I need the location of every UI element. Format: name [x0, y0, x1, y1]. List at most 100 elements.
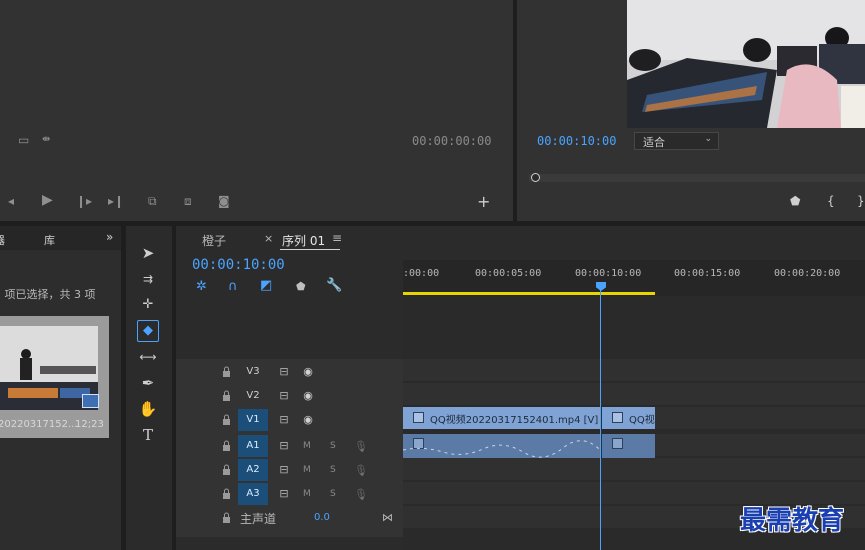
track-lane-v2 [403, 383, 865, 405]
source-timecode: 00:00:00:00 [412, 134, 492, 148]
add-button-icon[interactable]: + [477, 194, 490, 210]
video-clip-2-label: QQ视 [629, 415, 655, 426]
watermark-text: 最需教育 [740, 506, 845, 536]
program-scrub-bar[interactable] [529, 174, 865, 182]
sync-lock-icon[interactable]: ⊟ [272, 361, 296, 383]
program-video-frame [627, 0, 865, 128]
video-clip-1-label: QQ视频20220317152401.mp4 [V] [430, 415, 599, 426]
lock-icon[interactable] [222, 488, 232, 500]
sync-lock-icon[interactable]: ⊟ [272, 385, 296, 407]
track-select-tool-icon[interactable]: ⇉ [137, 268, 159, 290]
playhead-line [600, 290, 601, 550]
work-area-bar[interactable] [403, 292, 655, 295]
audio-clip-2[interactable] [602, 434, 655, 458]
track-row-a1: A1 ⊟ M S 🎙 [176, 435, 403, 457]
panel-overflow-icon[interactable]: » [106, 230, 113, 244]
lock-icon[interactable] [222, 464, 232, 476]
fit-dropdown[interactable]: 适合 ⌄ [634, 132, 719, 150]
master-volume-value[interactable]: 0.0 [314, 512, 330, 523]
mark-in-icon[interactable]: { [827, 195, 835, 207]
audio-clip-1[interactable] [403, 434, 601, 458]
sync-lock-icon[interactable]: ⊟ [272, 483, 296, 505]
master-end-icon[interactable]: ⋈ [382, 511, 393, 524]
audio-waveform [403, 440, 601, 458]
source-monitor: ▭ ⇼ 00:00:00:00 ◂ ▶ ❙▸ ▸❙ ⧉ ⧈ ◙ + [0, 0, 513, 221]
ruler-label-5: 00:00:05:00 [475, 268, 542, 279]
step-back-icon[interactable]: ◂ [8, 195, 14, 207]
track-label-v2[interactable]: V2 [238, 385, 268, 407]
lock-icon[interactable] [222, 390, 232, 402]
microphone-icon[interactable]: 🎙 [354, 440, 368, 453]
fx-badge-icon [612, 412, 623, 423]
program-timecode[interactable]: 00:00:10:00 [537, 134, 616, 148]
lock-icon[interactable] [222, 512, 232, 524]
chevron-down-icon: ⌄ [704, 134, 712, 144]
video-clip-1[interactable]: QQ视频20220317152401.mp4 [V] [403, 407, 601, 429]
microphone-icon[interactable]: 🎙 [354, 464, 368, 477]
selection-status: 1 项已选择，共 3 项 [0, 288, 96, 301]
clip-name: 20220317152... [0, 419, 78, 430]
mute-button[interactable]: M [303, 435, 311, 457]
track-lane-v3 [403, 359, 865, 381]
type-tool-icon[interactable]: T [137, 424, 159, 446]
track-label-a3[interactable]: A3 [238, 483, 268, 505]
track-label-v3[interactable]: V3 [238, 361, 268, 383]
go-to-out-icon[interactable]: ▸❙ [108, 195, 124, 207]
lock-icon[interactable] [222, 366, 232, 378]
slip-tool-icon[interactable]: ⟷ [137, 346, 159, 368]
sync-lock-icon[interactable]: ⊟ [272, 435, 296, 457]
tab-project-partial[interactable]: 器 [0, 232, 5, 248]
header-gap [176, 226, 403, 359]
track-lane-a2 [403, 458, 865, 480]
lock-icon[interactable] [222, 440, 232, 452]
track-label-a1[interactable]: A1 [238, 435, 268, 457]
sync-lock-icon[interactable]: ⊟ [272, 459, 296, 481]
ripple-edit-tool-icon[interactable]: ✛ [137, 294, 159, 316]
track-label-a2[interactable]: A2 [238, 459, 268, 481]
ruler-label-20: 00:00:20:00 [774, 268, 841, 279]
eye-icon[interactable]: ◉ [296, 409, 320, 431]
eye-icon[interactable]: ◉ [296, 361, 320, 383]
track-row-v1: V1 ⊟ ◉ [176, 409, 403, 431]
insert-icon[interactable]: ⇼ [42, 134, 50, 146]
track-headers: V3 ⊟ ◉ V2 ⊟ ◉ V1 ⊟ ◉ A1 ⊟ M S 🎙 A2 ⊟ M S… [176, 359, 403, 537]
camera-icon[interactable]: ◙ [218, 195, 230, 207]
solo-button[interactable]: S [330, 459, 336, 481]
sync-lock-icon[interactable]: ⊟ [272, 409, 296, 431]
add-marker-icon[interactable]: ⬟ [790, 195, 800, 207]
overwrite-clip-icon[interactable]: ⧈ [184, 195, 192, 207]
microphone-icon[interactable]: 🎙 [354, 488, 368, 501]
master-track-label: 主声道 [240, 512, 277, 526]
solo-button[interactable]: S [330, 483, 336, 505]
marker-button-icon[interactable]: ▭ [18, 134, 29, 146]
track-row-v2: V2 ⊟ ◉ [176, 385, 403, 407]
project-panel: 器 库 » 1 项已选择，共 3 项 20220317152... 12;23 [0, 226, 121, 550]
solo-button[interactable]: S [330, 435, 336, 457]
program-monitor: 00:00:10:00 适合 ⌄ ⬟ { } [517, 0, 865, 221]
selection-tool-icon[interactable]: ➤ [137, 242, 159, 264]
eye-icon[interactable]: ◉ [296, 385, 320, 407]
pen-tool-icon[interactable]: ✒ [137, 372, 159, 394]
mark-out-icon[interactable]: } [857, 195, 865, 207]
fx-badge-icon [413, 412, 424, 423]
razor-tool-icon[interactable]: ◆ [137, 320, 159, 342]
multicam-badge-icon [82, 394, 99, 408]
ruler-label-15: 00:00:15:00 [674, 268, 741, 279]
mute-button[interactable]: M [303, 459, 311, 481]
track-row-a2: A2 ⊟ M S 🎙 [176, 459, 403, 481]
clip-duration: 12;23 [75, 419, 104, 430]
ruler-label-10: 00:00:10:00 [575, 268, 642, 279]
video-clip-2[interactable]: QQ视 [602, 407, 655, 429]
hand-tool-icon[interactable]: ✋ [137, 398, 159, 420]
track-row-v3: V3 ⊟ ◉ [176, 361, 403, 383]
insert-clip-icon[interactable]: ⧉ [148, 195, 157, 207]
tab-library[interactable]: 库 [44, 232, 55, 248]
playhead-handle[interactable] [531, 173, 540, 182]
track-label-v1[interactable]: V1 [238, 409, 268, 431]
play-icon[interactable]: ▶ [42, 193, 53, 207]
step-forward-icon[interactable]: ❙▸ [76, 195, 92, 207]
classroom-video-image [627, 0, 865, 128]
lock-icon[interactable] [222, 414, 232, 426]
ruler-label-0: :00:00 [403, 268, 440, 279]
mute-button[interactable]: M [303, 483, 311, 505]
